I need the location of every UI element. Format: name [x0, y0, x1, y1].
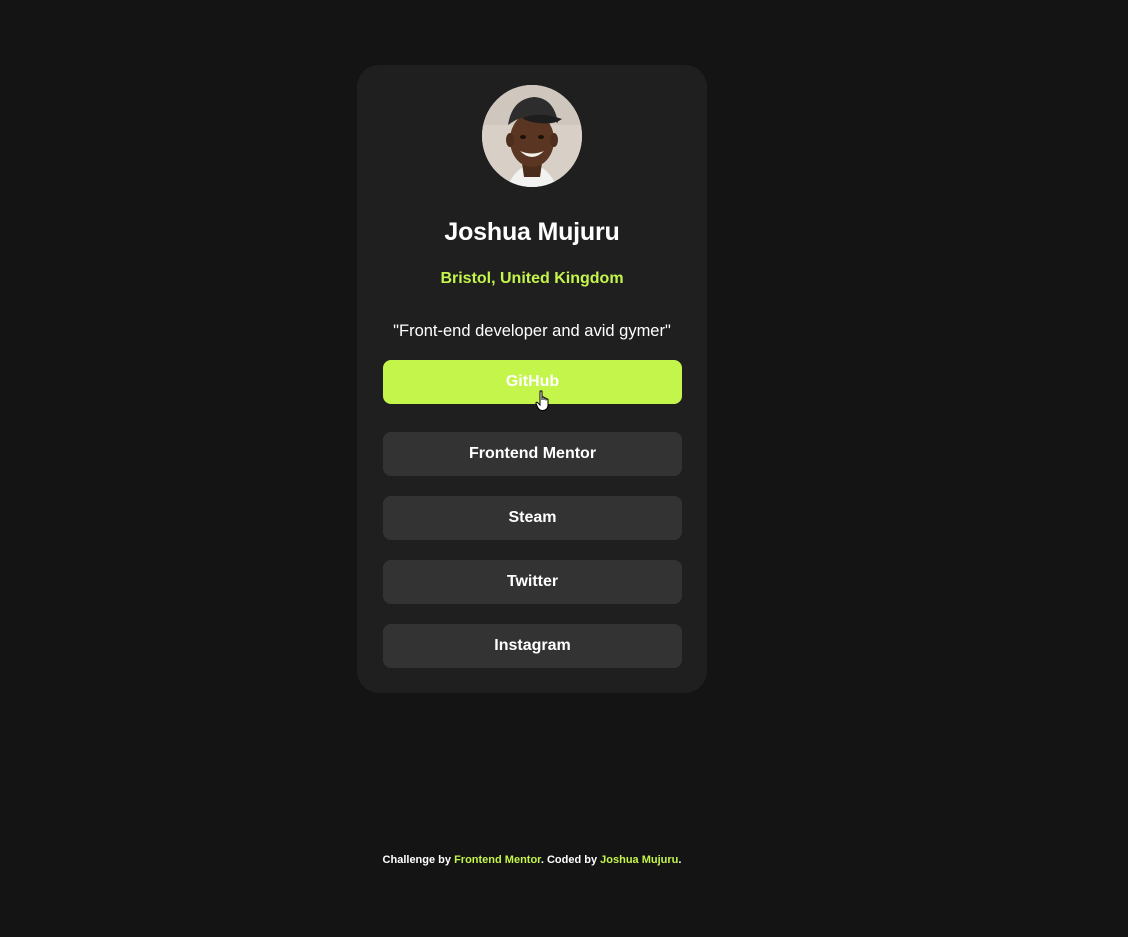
author-link[interactable]: Joshua Mujuru — [600, 854, 678, 866]
profile-bio: "Front-end developer and avid gymer" — [393, 322, 671, 340]
attribution-footer: Challenge by Frontend Mentor. Coded by J… — [0, 854, 1064, 866]
profile-name: Joshua Mujuru — [444, 218, 620, 246]
profile-location: Bristol, United Kingdom — [440, 270, 624, 287]
footer-middle: . Coded by — [540, 854, 601, 866]
footer-suffix: . — [678, 854, 682, 866]
avatar-photo — [482, 85, 582, 187]
link-frontend-mentor-button[interactable]: Frontend Mentor — [383, 432, 682, 476]
link-steam-button[interactable]: Steam — [383, 496, 682, 540]
hand-pointer-icon — [535, 390, 549, 411]
link-twitter-button[interactable]: Twitter — [383, 560, 682, 604]
link-github-button[interactable]: GitHub — [383, 360, 682, 411]
link-instagram-button[interactable]: Instagram — [383, 624, 682, 668]
footer-prefix: Challenge by — [382, 854, 455, 866]
avatar — [482, 85, 582, 187]
link-label: Frontend Mentor — [468, 445, 597, 462]
link-label: GitHub — [505, 373, 560, 390]
link-label: Twitter — [506, 573, 559, 590]
frontend-mentor-link[interactable]: Frontend Mentor — [454, 854, 541, 866]
link-label: Steam — [508, 509, 557, 526]
profile-card: Joshua Mujuru Bristol, United Kingdom "F… — [357, 65, 707, 693]
link-label: Instagram — [494, 637, 571, 654]
